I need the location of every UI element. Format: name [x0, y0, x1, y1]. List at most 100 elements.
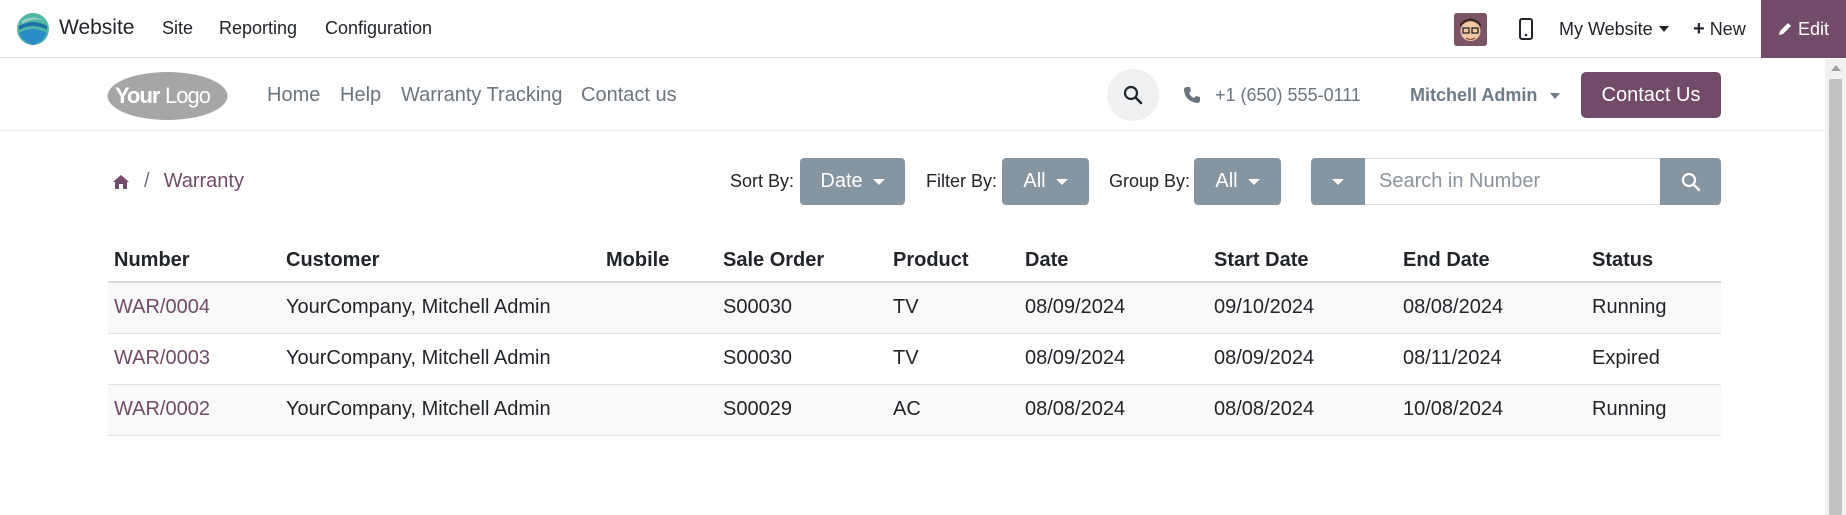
cell-status: Running: [1586, 384, 1721, 436]
cell-sale-order: S00029: [717, 384, 887, 436]
new-label: New: [1709, 18, 1746, 39]
edit-label: Edit: [1797, 18, 1830, 39]
warranty-link[interactable]: WAR/0004: [114, 296, 210, 318]
cell-customer: YourCompany, Mitchell Admin: [280, 333, 600, 385]
sort-value: Date: [820, 170, 863, 192]
cell-start-date: 08/08/2024: [1208, 384, 1397, 436]
search-field-dropdown[interactable]: [1311, 158, 1365, 205]
col-date: Date: [1019, 240, 1208, 283]
breadcrumb-current: Warranty: [163, 170, 244, 192]
phone-icon: [1184, 87, 1200, 103]
header-search-button[interactable]: [1107, 69, 1159, 121]
warranty-link[interactable]: WAR/0002: [114, 398, 210, 420]
cell-number[interactable]: WAR/0004: [108, 282, 280, 334]
scroll-up-arrow-icon[interactable]: [1831, 65, 1841, 71]
search-group: [1311, 158, 1721, 205]
new-button[interactable]: + New: [1693, 0, 1746, 58]
cell-end-date: 08/11/2024: [1397, 333, 1586, 385]
mobile-preview-icon[interactable]: [1519, 18, 1533, 40]
filter-dropdown[interactable]: All: [1002, 158, 1089, 205]
app-name[interactable]: Website: [59, 16, 134, 40]
user-menu[interactable]: Mitchell Admin: [1410, 85, 1561, 106]
breadcrumb-separator: /: [144, 170, 150, 192]
sort-label: Sort By:: [730, 171, 795, 191]
menu-configuration[interactable]: Configuration: [325, 18, 432, 39]
search-submit-button[interactable]: [1660, 158, 1721, 205]
avatar[interactable]: [1454, 13, 1487, 46]
table-header-row: Number Customer Mobile Sale Order Produc…: [108, 240, 1721, 283]
edit-button[interactable]: Edit: [1761, 0, 1846, 58]
cell-customer: YourCompany, Mitchell Admin: [280, 282, 600, 334]
chevron-down-icon: [872, 178, 885, 185]
table-row[interactable]: WAR/0002 YourCompany, Mitchell Admin S00…: [108, 384, 1721, 436]
home-icon[interactable]: [112, 174, 130, 190]
warranty-table: Number Customer Mobile Sale Order Produc…: [108, 240, 1721, 436]
table-row[interactable]: WAR/0004 YourCompany, Mitchell Admin S00…: [108, 282, 1721, 334]
website-app-icon[interactable]: [16, 12, 50, 46]
scrollbar-thumb[interactable]: [1829, 79, 1842, 515]
chevron-down-icon: [1550, 93, 1561, 100]
cell-product: TV: [887, 333, 1019, 385]
cell-date: 08/08/2024: [1019, 384, 1208, 436]
search-icon: [1681, 172, 1700, 191]
filter-label: Filter By:: [926, 171, 998, 191]
cell-mobile: [600, 384, 717, 436]
col-mobile: Mobile: [600, 240, 717, 283]
nav-warranty-tracking[interactable]: Warranty Tracking: [401, 84, 563, 107]
cell-status: Running: [1586, 282, 1721, 334]
search-input[interactable]: [1365, 158, 1660, 205]
cell-date: 08/09/2024: [1019, 282, 1208, 334]
cell-sale-order: S00030: [717, 282, 887, 334]
nav-home[interactable]: Home: [267, 84, 320, 107]
filter-value: All: [1023, 170, 1046, 192]
group-value: All: [1215, 170, 1238, 192]
nav-contact-us[interactable]: Contact us: [581, 84, 677, 107]
website-selector[interactable]: My Website: [1559, 0, 1669, 58]
plus-icon: +: [1693, 17, 1705, 40]
warranty-link[interactable]: WAR/0003: [114, 347, 210, 369]
col-end-date: End Date: [1397, 240, 1586, 283]
admin-navbar: Website Site Reporting Configuration My …: [0, 0, 1846, 58]
col-number: Number: [108, 240, 280, 283]
contact-us-button[interactable]: Contact Us: [1581, 72, 1721, 118]
website-selector-label: My Website: [1559, 18, 1653, 39]
page-scrollbar[interactable]: [1825, 59, 1846, 515]
yourlogo-logo[interactable]: Your Logo: [107, 71, 228, 121]
svg-text:Your: Your: [115, 83, 161, 108]
cell-end-date: 10/08/2024: [1397, 384, 1586, 436]
pencil-icon: [1778, 23, 1791, 35]
cell-end-date: 08/08/2024: [1397, 282, 1586, 334]
nav-help[interactable]: Help: [340, 84, 381, 107]
col-customer: Customer: [280, 240, 600, 283]
cell-date: 08/09/2024: [1019, 333, 1208, 385]
cell-mobile: [600, 282, 717, 334]
svg-text:Logo: Logo: [165, 83, 211, 108]
cell-customer: YourCompany, Mitchell Admin: [280, 384, 600, 436]
sort-dropdown[interactable]: Date: [800, 158, 905, 205]
cell-number[interactable]: WAR/0003: [108, 333, 280, 385]
table-row[interactable]: WAR/0003 YourCompany, Mitchell Admin S00…: [108, 333, 1721, 385]
col-start-date: Start Date: [1208, 240, 1397, 283]
cell-number[interactable]: WAR/0002: [108, 384, 280, 436]
avatar-face-icon: [1454, 13, 1487, 46]
phone-number[interactable]: +1 (650) 555-0111: [1215, 85, 1361, 106]
menu-reporting[interactable]: Reporting: [219, 18, 297, 39]
user-name: Mitchell Admin: [1410, 85, 1538, 105]
cell-start-date: 09/10/2024: [1208, 282, 1397, 334]
website-header: Your Logo Home Help Warranty Tracking Co…: [0, 59, 1825, 131]
breadcrumb: / Warranty: [112, 170, 244, 193]
cell-product: AC: [887, 384, 1019, 436]
col-product: Product: [887, 240, 1019, 283]
chevron-down-icon: [1332, 178, 1344, 185]
chevron-down-icon: [1658, 26, 1669, 32]
col-status: Status: [1586, 240, 1721, 283]
chevron-down-icon: [1055, 178, 1068, 185]
cell-mobile: [600, 333, 717, 385]
menu-site[interactable]: Site: [162, 18, 193, 39]
cell-sale-order: S00030: [717, 333, 887, 385]
group-dropdown[interactable]: All: [1194, 158, 1281, 205]
cell-product: TV: [887, 282, 1019, 334]
cell-start-date: 08/09/2024: [1208, 333, 1397, 385]
chevron-down-icon: [1247, 178, 1260, 185]
cell-status: Expired: [1586, 333, 1721, 385]
